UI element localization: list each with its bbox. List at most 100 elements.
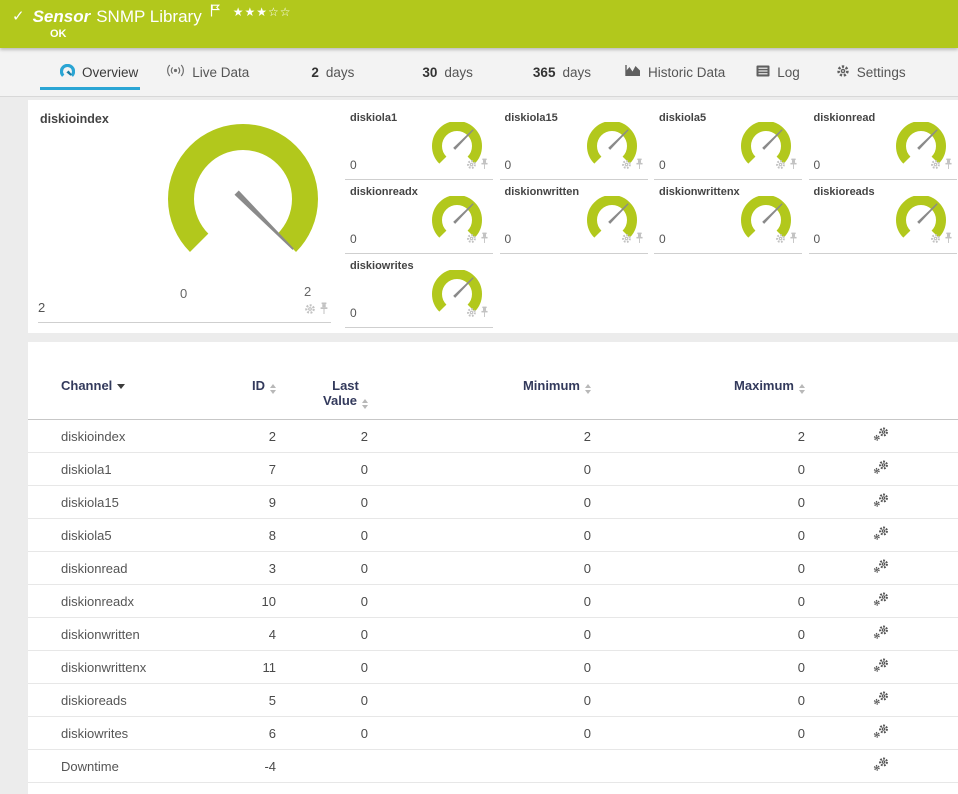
sort-icon xyxy=(585,384,591,394)
tab-historic-data[interactable]: Historic Data xyxy=(623,48,727,96)
cell-last-value: 0 xyxy=(360,725,368,741)
gauge-title: diskioreads xyxy=(813,186,875,198)
channel-settings-icon[interactable] xyxy=(873,526,890,544)
channel-settings-icon[interactable] xyxy=(873,427,890,445)
tile-gear-icon[interactable] xyxy=(621,157,632,175)
cell-minimum: 2 xyxy=(583,428,591,444)
channel-settings-icon[interactable] xyxy=(873,493,890,511)
cell-channel: diskioindex xyxy=(61,428,126,444)
column-header-maximum[interactable]: Maximum xyxy=(591,372,805,420)
gauge-value: 0 xyxy=(813,232,821,246)
gauge-tile: diskiowrites 0 xyxy=(345,253,493,328)
table-row: diskioreads 5 0 0 0 xyxy=(28,684,958,717)
cell-minimum: 0 xyxy=(583,461,591,477)
gauge-title: diskiola1 xyxy=(350,112,398,124)
channel-settings-icon[interactable] xyxy=(873,460,890,478)
log-list-icon xyxy=(756,65,770,80)
gauge-title: diskionwritten xyxy=(504,186,580,198)
cell-channel: diskiowrites xyxy=(61,725,129,741)
cell-maximum: 0 xyxy=(797,494,805,510)
cell-id: 7 xyxy=(268,461,276,477)
cell-id: 11 xyxy=(262,659,277,675)
channel-settings-icon[interactable] xyxy=(873,757,890,775)
tile-gear-icon[interactable] xyxy=(775,231,786,249)
cell-maximum: 0 xyxy=(797,560,805,576)
gauge-value: 0 xyxy=(504,158,512,172)
column-header-actions xyxy=(805,372,958,420)
gauge-tile: diskionread 0 xyxy=(808,105,957,180)
channel-settings-icon[interactable] xyxy=(873,691,890,709)
channel-settings-icon[interactable] xyxy=(873,559,890,577)
cell-minimum: 0 xyxy=(583,527,591,543)
cell-id: 2 xyxy=(268,428,276,444)
table-row: Downtime -4 xyxy=(28,750,958,783)
tile-pin-icon[interactable] xyxy=(635,157,644,175)
channel-table: Channel ID Last Value Minimum Maximum di… xyxy=(28,372,958,783)
gauge-tile-main: diskioindex 0 2 2 xyxy=(28,100,343,326)
tab-log[interactable]: Log xyxy=(754,48,802,96)
cell-minimum: 0 xyxy=(583,659,591,675)
tile-gear-icon[interactable] xyxy=(466,157,477,175)
channel-settings-icon[interactable] xyxy=(873,592,890,610)
column-header-last-value[interactable]: Last Value xyxy=(276,372,368,420)
gauge-title: diskiowrites xyxy=(350,260,414,272)
tab-30-days-number: 30 xyxy=(422,64,438,80)
sort-icon xyxy=(270,384,276,394)
channel-settings-icon[interactable] xyxy=(873,625,890,643)
flag-icon[interactable] xyxy=(210,4,221,22)
tile-gear-icon[interactable] xyxy=(466,231,477,249)
tab-30-days[interactable]: 30 days xyxy=(420,48,475,96)
tile-pin-icon[interactable] xyxy=(480,231,489,249)
table-row: diskioindex 2 2 2 2 xyxy=(28,420,958,453)
tile-pin-icon[interactable] xyxy=(944,231,953,249)
table-header-row: Channel ID Last Value Minimum Maximum xyxy=(28,372,958,420)
tile-pin-icon[interactable] xyxy=(789,231,798,249)
column-header-channel[interactable]: Channel xyxy=(28,372,228,420)
tile-gear-icon[interactable] xyxy=(930,231,941,249)
tile-gear-icon[interactable] xyxy=(775,157,786,175)
column-header-minimum[interactable]: Minimum xyxy=(368,372,591,420)
cell-channel: diskiola5 xyxy=(61,527,112,543)
tile-pin-icon[interactable] xyxy=(789,157,798,175)
tile-gear-icon[interactable] xyxy=(304,302,316,320)
tile-pin-icon[interactable] xyxy=(635,231,644,249)
cell-maximum xyxy=(591,750,805,783)
sort-icon xyxy=(362,399,368,409)
tile-pin-icon[interactable] xyxy=(480,157,489,175)
cell-channel: diskiola1 xyxy=(61,461,112,477)
cell-last-value: 0 xyxy=(360,461,368,477)
status-badge: OK xyxy=(50,28,67,40)
cell-id: 5 xyxy=(268,692,276,708)
tab-live-data[interactable]: Live Data xyxy=(164,48,251,96)
cell-channel: diskioreads xyxy=(61,692,127,708)
cell-minimum: 0 xyxy=(583,626,591,642)
stars-empty: ☆☆ xyxy=(268,5,292,19)
status-check-icon: ✓ xyxy=(12,7,25,25)
tab-30-days-label: days xyxy=(444,64,473,80)
tile-pin-icon[interactable] xyxy=(944,157,953,175)
tab-2-days[interactable]: 2 days xyxy=(309,48,356,96)
channel-settings-icon[interactable] xyxy=(873,724,890,742)
gauge-value: 0 xyxy=(350,232,357,246)
cell-last-value xyxy=(276,750,368,783)
tile-gear-icon[interactable] xyxy=(930,157,941,175)
channel-settings-icon[interactable] xyxy=(873,658,890,676)
tile-gear-icon[interactable] xyxy=(466,305,477,323)
gauge-dial xyxy=(168,124,318,253)
cell-last-value: 0 xyxy=(360,527,368,543)
tile-gear-icon[interactable] xyxy=(621,231,632,249)
tab-365-days[interactable]: 365 days xyxy=(531,48,593,96)
column-header-minimum-label: Minimum xyxy=(522,378,580,393)
cell-last-value: 0 xyxy=(360,659,368,675)
tile-pin-icon[interactable] xyxy=(480,305,489,323)
cell-last-value: 0 xyxy=(360,593,368,609)
channel-table-body: diskioindex 2 2 2 2 diskiola1 7 0 0 0 di… xyxy=(28,420,958,783)
priority-stars[interactable]: ★★★☆☆ xyxy=(233,5,292,19)
stars-filled: ★★★ xyxy=(232,5,268,19)
tile-pin-icon[interactable] xyxy=(319,302,329,320)
tab-settings[interactable]: Settings xyxy=(834,48,908,96)
table-row: diskionread 3 0 0 0 xyxy=(28,552,958,585)
tab-overview[interactable]: Overview xyxy=(39,48,141,96)
gauge-value: 0 xyxy=(813,158,821,172)
column-header-id[interactable]: ID xyxy=(228,372,276,420)
